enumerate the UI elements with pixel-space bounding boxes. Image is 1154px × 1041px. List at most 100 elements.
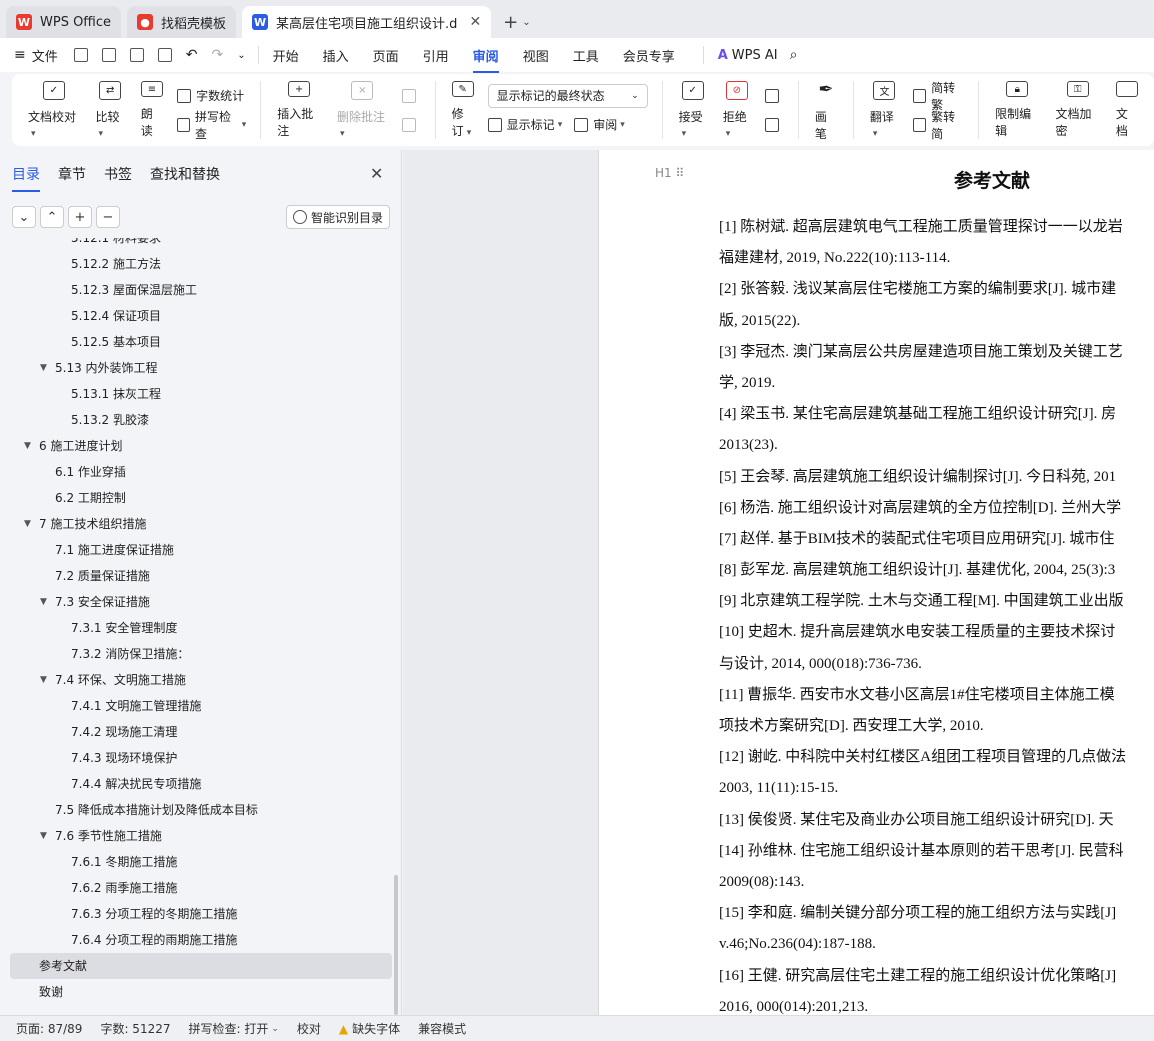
document-page[interactable]: H1 ⠿ 参考文献 [1] 陈树斌. 超高层建筑电气工程施工质量管理探讨一一以龙…: [598, 150, 1154, 1015]
toc-item[interactable]: 7.4.4 解决扰民专项措施: [10, 771, 392, 797]
menu-home[interactable]: 开始: [273, 46, 299, 65]
toc-item[interactable]: 5.13.2 乳胶漆: [10, 407, 392, 433]
tab-docer-templates[interactable]: ● 找稻壳模板: [127, 6, 237, 38]
toc-item[interactable]: 5.12.4 保证项目: [10, 303, 392, 329]
menu-wps-ai[interactable]: WPS AI: [732, 48, 778, 63]
page-indicator[interactable]: 页面: 87/89: [16, 1020, 82, 1037]
toc-item[interactable]: 7.6.2 雨季施工措施: [10, 875, 392, 901]
minus-icon[interactable]: −: [96, 206, 120, 228]
compare-button[interactable]: ⇄ 比较 ▾: [88, 81, 133, 139]
translate-button[interactable]: 文 翻译 ▾: [862, 81, 907, 139]
toc-item[interactable]: 致谢: [10, 979, 392, 1005]
word-count-status[interactable]: 字数: 51227: [100, 1020, 170, 1037]
scrollbar[interactable]: [394, 875, 398, 1015]
toc-item[interactable]: 7.4.3 现场环境保护: [10, 745, 392, 771]
restrict-edit-button[interactable]: 🔒︎ 限制编辑: [987, 81, 1047, 139]
collapse-arrow-icon[interactable]: ▼: [40, 355, 47, 381]
menu-references[interactable]: 引用: [423, 46, 449, 65]
drag-handle-icon[interactable]: ⠿: [676, 166, 685, 180]
menu-tools[interactable]: 工具: [573, 46, 599, 65]
to-traditional-button[interactable]: 简转繁: [913, 81, 964, 112]
show-markup-button[interactable]: 显示标记 ▾: [487, 116, 562, 133]
toc-item[interactable]: ▼ 6 施工进度计划: [10, 433, 392, 459]
plus-icon[interactable]: +: [68, 206, 92, 228]
prev-comment-button[interactable]: [401, 84, 421, 108]
redo-icon[interactable]: ↷: [211, 47, 223, 63]
menu-view[interactable]: 视图: [523, 46, 549, 65]
toc-item[interactable]: 5.12.2 施工方法: [10, 251, 392, 277]
review-pane-button[interactable]: 审阅 ▾: [574, 116, 625, 133]
track-changes-button[interactable]: ✎ 修订 ▾: [444, 81, 482, 139]
toc-item[interactable]: 7.6.3 分项工程的冬期施工措施: [10, 901, 392, 927]
chevron-up-icon[interactable]: ⌃: [40, 206, 64, 228]
toc-item[interactable]: 7.6.4 分项工程的雨期施工措施: [10, 927, 392, 953]
toc-item[interactable]: 7.4.2 现场施工清理: [10, 719, 392, 745]
tab-find-replace[interactable]: 查找和替换: [150, 164, 220, 192]
collapse-arrow-icon[interactable]: ▼: [40, 667, 47, 693]
toc-item[interactable]: 6.1 作业穿插: [10, 459, 392, 485]
toc-item[interactable]: ▼ 5.13 内外装饰工程: [10, 355, 392, 381]
compat-mode-status[interactable]: 兼容模式: [418, 1020, 466, 1037]
new-tab-button[interactable]: + ⌄: [497, 6, 536, 38]
close-icon[interactable]: ✕: [370, 164, 383, 183]
tab-bookmarks[interactable]: 书签: [104, 164, 132, 192]
print-icon[interactable]: [129, 48, 144, 62]
collapse-arrow-icon[interactable]: ▼: [24, 433, 31, 459]
undo-icon[interactable]: ↶: [186, 47, 198, 63]
hamburger-icon[interactable]: ≡: [14, 47, 26, 63]
menu-review[interactable]: 审阅: [472, 46, 499, 73]
prev-change-button[interactable]: [764, 84, 784, 108]
accept-button[interactable]: ✓ 接受 ▾: [671, 81, 715, 139]
spell-check-button[interactable]: 拼写检查 ▾: [177, 110, 246, 141]
toc-item[interactable]: 7.2 质量保证措施: [10, 563, 392, 589]
menu-member[interactable]: 会员专享: [623, 46, 675, 65]
doc-encrypt-button[interactable]: ⚿ 文档加密: [1047, 81, 1107, 139]
menu-page[interactable]: 页面: [373, 46, 399, 65]
toc-item[interactable]: 7.3.2 消防保卫措施：: [10, 641, 392, 667]
smart-toc-button[interactable]: 智能识别目录: [286, 205, 391, 229]
pen-button[interactable]: ✒ 画笔: [807, 79, 845, 141]
markup-state-select[interactable]: 显示标记的最终状态 ⌄: [487, 83, 648, 108]
to-simplified-button[interactable]: 繁转简: [913, 110, 964, 141]
toc-item[interactable]: 6.2 工期控制: [10, 485, 392, 511]
proof-status[interactable]: 校对: [297, 1020, 321, 1037]
toc-item[interactable]: 参考文献: [10, 953, 392, 979]
next-change-button[interactable]: [764, 113, 784, 137]
toc-item[interactable]: 7.6.1 冬期施工措施: [10, 849, 392, 875]
collapse-arrow-icon[interactable]: ▼: [40, 589, 47, 615]
heading-marker[interactable]: H1 ⠿: [655, 166, 684, 180]
read-aloud-button[interactable]: ≡ 朗读: [133, 81, 171, 139]
toc-item[interactable]: 7.3.1 安全管理制度: [10, 615, 392, 641]
doc-more-button[interactable]: 文档: [1108, 81, 1146, 139]
toc-item[interactable]: 7.5 降低成本措施计划及降低成本目标: [10, 797, 392, 823]
search-icon[interactable]: ⌕: [790, 47, 798, 63]
chevron-down-icon[interactable]: ⌄: [522, 17, 530, 28]
chevron-down-icon[interactable]: ⌄: [12, 206, 36, 228]
missing-font-status[interactable]: ▲ 缺失字体: [339, 1020, 400, 1037]
toc-item[interactable]: 7.4.1 文明施工管理措施: [10, 693, 392, 719]
tab-document[interactable]: W 某高层住宅项目施工组织设计.d ✕: [242, 6, 492, 38]
collapse-arrow-icon[interactable]: ▼: [24, 511, 31, 537]
menu-file[interactable]: 文件: [32, 46, 58, 65]
toc-item[interactable]: 5.12.3 屋面保温层施工: [10, 277, 392, 303]
delete-comment-button[interactable]: × 删除批注 ▾: [329, 81, 396, 139]
tab-wps-office[interactable]: W WPS Office: [6, 6, 122, 38]
chevron-down-icon[interactable]: ⌄: [237, 50, 245, 61]
spell-check-status[interactable]: 拼写检查: 打开 ⌄: [189, 1020, 279, 1037]
next-comment-button[interactable]: [401, 113, 421, 137]
toc-item[interactable]: ▼ 7.3 安全保证措施: [10, 589, 392, 615]
toc-item[interactable]: ▼ 7 施工技术组织措施: [10, 511, 392, 537]
reject-button[interactable]: ⊘ 拒绝 ▾: [715, 81, 759, 139]
tab-toc[interactable]: 目录: [12, 164, 40, 192]
save-icon[interactable]: [73, 48, 88, 62]
doc-check-button[interactable]: ✓ 文档校对 ▾: [20, 81, 88, 139]
toc-item[interactable]: 5.12.1 材料要求: [10, 238, 392, 251]
export-pdf-icon[interactable]: [101, 48, 116, 62]
menu-insert[interactable]: 插入: [323, 46, 349, 65]
toc-item[interactable]: 7.1 施工进度保证措施: [10, 537, 392, 563]
toc-item[interactable]: 5.12.5 基本项目: [10, 329, 392, 355]
toc-item[interactable]: ▼ 7.4 环保、文明施工措施: [10, 667, 392, 693]
close-icon[interactable]: ✕: [469, 14, 481, 30]
tab-chapters[interactable]: 章节: [58, 164, 86, 192]
word-count-button[interactable]: 字数统计: [177, 84, 246, 108]
